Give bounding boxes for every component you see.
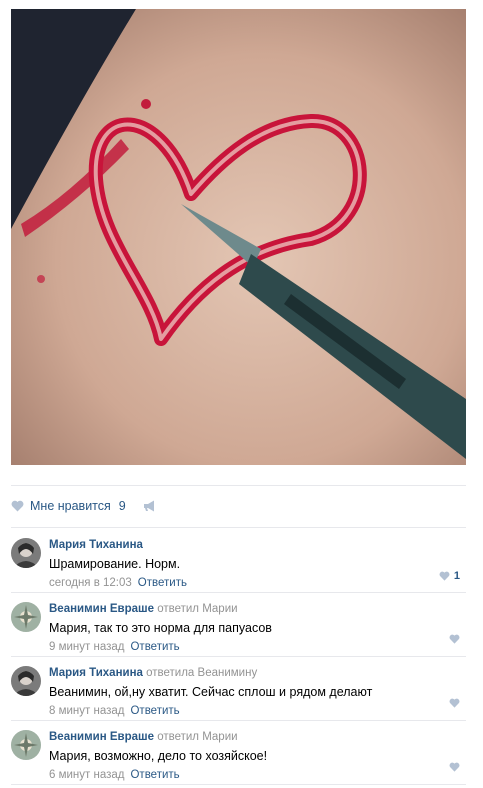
comment-like-count: 1 [453, 570, 460, 582]
comment-replied: ответил [157, 603, 199, 615]
heart-icon [449, 698, 460, 708]
comment-time[interactable]: 6 минут назад [49, 769, 124, 781]
comment-like-button[interactable]: 1 [439, 570, 460, 582]
avatar-veanimin-icon [11, 602, 41, 632]
comment-time[interactable]: сегодня в 12:03 [49, 577, 132, 589]
avatar-maria-icon [11, 538, 41, 568]
comment-text: Мария, возможно, дело то хозяйское! [49, 749, 268, 763]
divider [11, 485, 466, 486]
divider [11, 784, 466, 785]
comment-replied-to[interactable]: Веанимину [198, 667, 258, 679]
share-button[interactable] [143, 500, 157, 512]
avatar[interactable] [11, 538, 41, 568]
comment-text: Веанимин, ой,ну хватит. Сейчас сплош и р… [49, 685, 373, 699]
post-photo[interactable] [11, 9, 466, 465]
heart-icon [449, 762, 460, 772]
like-label: Мне нравится [30, 499, 111, 513]
comment-replied-to[interactable]: Марии [202, 731, 237, 743]
comment-like-button[interactable] [449, 634, 460, 644]
comment: Веанимин Евраше ответил Марии Мария, так… [11, 594, 466, 658]
post-actions: Мне нравится 9 [11, 494, 466, 518]
megaphone-icon [143, 500, 154, 512]
divider [11, 656, 466, 657]
comment-text: Шрамирование. Норм. [49, 557, 181, 571]
comment-replied-to[interactable]: Марии [202, 603, 237, 615]
like-button[interactable]: Мне нравится 9 [11, 499, 126, 513]
divider [11, 720, 466, 721]
divider [11, 592, 466, 593]
reply-button[interactable]: Ответить [138, 577, 187, 589]
comment-author[interactable]: Веанимин Евраше [49, 731, 154, 743]
reply-button[interactable]: Ответить [130, 705, 179, 717]
comment-replied: ответила [146, 667, 195, 679]
like-count: 9 [118, 499, 126, 513]
comment-text: Мария, так то это норма для папуасов [49, 621, 272, 635]
avatar[interactable] [11, 602, 41, 632]
comment: Мария Тиханина Шрамирование. Норм. сегод… [11, 530, 466, 594]
post-photo-graphic [11, 9, 466, 465]
avatar-maria-icon [11, 666, 41, 696]
comment-time[interactable]: 8 минут назад [49, 705, 124, 717]
comment-author[interactable]: Мария Тиханина [49, 539, 143, 551]
reply-button[interactable]: Ответить [130, 769, 179, 781]
divider [11, 527, 466, 528]
reply-button[interactable]: Ответить [130, 641, 179, 653]
avatar[interactable] [11, 666, 41, 696]
heart-icon [11, 500, 24, 512]
comment: Мария Тиханина ответила Веанимину Веаним… [11, 658, 466, 722]
comment-time[interactable]: 9 минут назад [49, 641, 124, 653]
comment-replied: ответил [157, 731, 199, 743]
comment: Веанимин Евраше ответил Марии Мария, воз… [11, 722, 466, 786]
comment-author[interactable]: Веанимин Евраше [49, 603, 154, 615]
comment-like-button[interactable] [449, 762, 460, 772]
heart-icon [439, 571, 450, 581]
avatar[interactable] [11, 730, 41, 760]
heart-icon [449, 634, 460, 644]
comment-like-button[interactable] [449, 698, 460, 708]
avatar-veanimin-icon [11, 730, 41, 760]
comment-author[interactable]: Мария Тиханина [49, 667, 143, 679]
